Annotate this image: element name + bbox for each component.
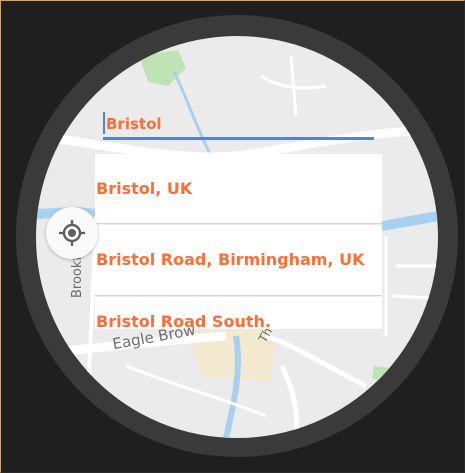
my-location-icon <box>59 220 85 246</box>
suggestion-list: Bristol, UK Bristol Road, Birmingham, UK… <box>95 154 382 329</box>
suggestion-item[interactable]: Bristol, UK <box>95 154 382 224</box>
my-location-button[interactable] <box>46 207 98 259</box>
search-underline <box>103 137 374 140</box>
suggestion-item[interactable]: Bristol Road, Birmingham, UK <box>95 225 382 296</box>
river <box>381 211 438 231</box>
search-input[interactable]: Bristol <box>106 115 162 133</box>
road <box>279 364 300 438</box>
road <box>260 55 327 117</box>
text-cursor <box>103 112 105 134</box>
road <box>36 125 438 162</box>
road <box>265 333 368 389</box>
suggestion-item[interactable]: Bristol Road South. <box>95 297 382 329</box>
river <box>172 71 213 157</box>
road <box>384 236 438 336</box>
park-area <box>372 366 392 384</box>
